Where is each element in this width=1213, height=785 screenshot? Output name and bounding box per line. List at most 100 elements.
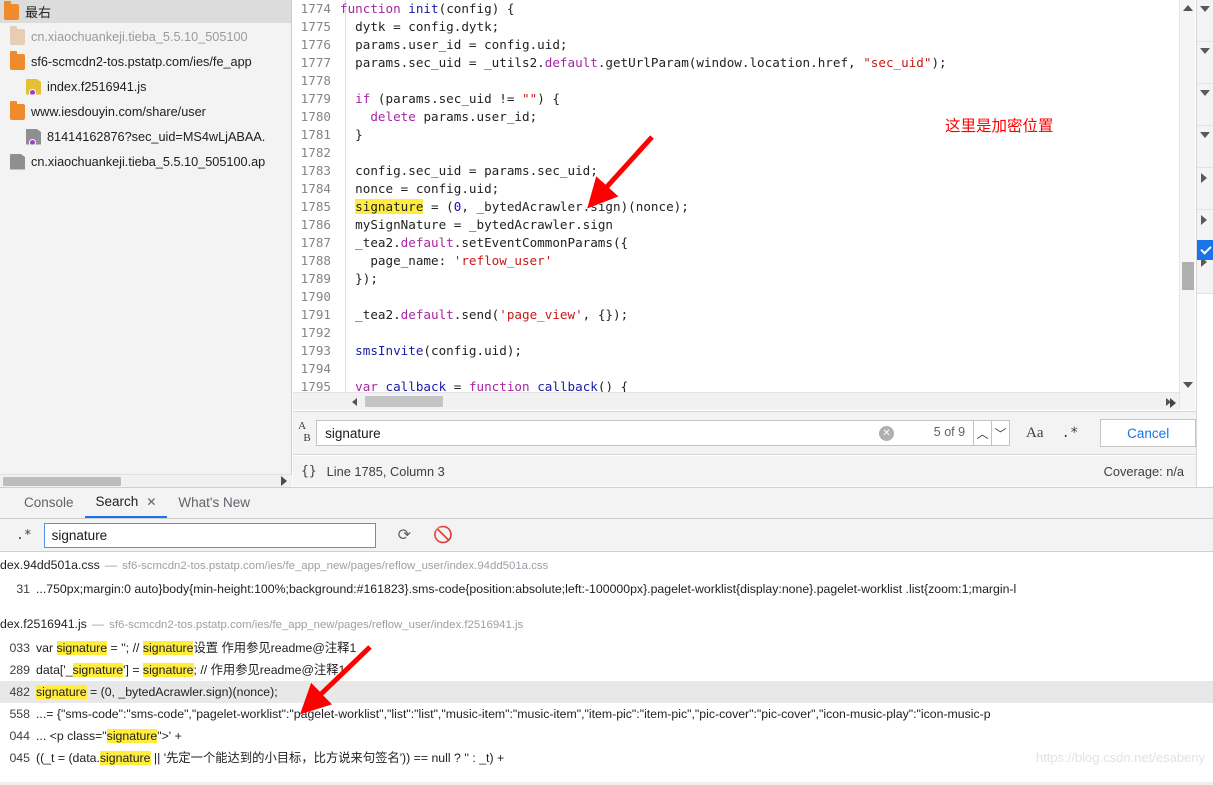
line-number[interactable]: 1785: [293, 198, 340, 216]
folder-pale-icon: [10, 25, 25, 45]
result-text-fragment: ...750px;margin:0 auto}body{min-height:1…: [36, 582, 1017, 596]
code-line: 1784 nonce = config.uid;: [293, 180, 1179, 198]
tab-console[interactable]: Console: [13, 487, 85, 518]
cancel-button[interactable]: Cancel: [1100, 419, 1197, 447]
scrollbar-thumb[interactable]: [3, 477, 121, 486]
refresh-icon[interactable]: ⟳: [398, 525, 411, 545]
chevron-down-icon[interactable]: [1200, 132, 1210, 138]
chevron-down-icon[interactable]: [1200, 48, 1210, 54]
navigator-item-label: sf6-scmcdn2-tos.pstatp.com/ies/fe_app: [31, 54, 252, 69]
code-token: .getUrlParam(: [597, 55, 697, 70]
regex-toggle-button[interactable]: .*: [16, 528, 32, 543]
search-result-file-header[interactable]: dex.f2516941.js — sf6-scmcdn2-tos.pstatp.c…: [0, 612, 1213, 637]
code-text: nonce = config.uid;: [340, 181, 499, 196]
result-line-text: ...= {"sms-code":"sms-code","pagelet-wor…: [36, 707, 991, 721]
clear-ban-icon[interactable]: 🚫: [433, 525, 453, 545]
navigator-horizontal-scrollbar[interactable]: [0, 474, 292, 487]
rail-section-5[interactable]: [1197, 168, 1213, 210]
line-number[interactable]: 1782: [293, 144, 340, 162]
breakpoint-marker-icon[interactable]: [1197, 240, 1213, 260]
search-result-row[interactable]: 31 ...750px;margin:0 auto}body{min-height…: [0, 578, 1213, 600]
navigator-item[interactable]: 81414162876?sec_uid=MS4wLjABAA.: [0, 124, 291, 149]
chevron-right-icon[interactable]: [1201, 215, 1207, 225]
line-number[interactable]: 1789: [293, 270, 340, 288]
regex-toggle-button[interactable]: .*: [1062, 425, 1079, 441]
line-number[interactable]: 1787: [293, 234, 340, 252]
line-number[interactable]: 1777: [293, 54, 340, 72]
line-number[interactable]: 1774: [293, 0, 340, 18]
line-number[interactable]: 1793: [293, 342, 340, 360]
folder-icon: [10, 50, 25, 70]
rail-section-4[interactable]: [1197, 126, 1213, 168]
tab-what-s-new[interactable]: What's New: [167, 487, 261, 518]
find-input-wrapper[interactable]: ✕ 5 of 9: [316, 420, 975, 446]
result-file-url: sf6-scmcdn2-tos.pstatp.com/ies/fe_app_ne…: [122, 560, 549, 572]
scroll-down-arrow-icon[interactable]: [1183, 382, 1193, 388]
find-input[interactable]: [323, 422, 894, 444]
close-icon[interactable]: ✕: [146, 495, 156, 509]
line-number[interactable]: 1788: [293, 252, 340, 270]
line-number[interactable]: 1779: [293, 90, 340, 108]
navigator-file-list: cn.xiaochuankeji.tieba_5.5.10_505100 sf6-…: [0, 23, 291, 174]
line-number[interactable]: 1783: [293, 162, 340, 180]
search-result-row[interactable]: 558 ...= {"sms-code":"sms-code","pagelet-…: [0, 703, 1213, 725]
result-text-fragment: = ''; //: [107, 641, 143, 655]
search-result-row[interactable]: 033 var signature = ''; // signature设置 作用…: [0, 637, 1213, 659]
chevron-right-icon[interactable]: [1201, 173, 1207, 183]
navigator-item[interactable]: cn.xiaochuankeji.tieba_5.5.10_505100: [0, 24, 291, 49]
scrollbar-thumb[interactable]: [1182, 262, 1194, 290]
navigator-item[interactable]: cn.xiaochuankeji.tieba_5.5.10_505100.ap: [0, 149, 291, 174]
code-line: 1785 signature = (0, _bytedAcrawler.sign…: [293, 198, 1179, 216]
line-number[interactable]: 1775: [293, 18, 340, 36]
line-number[interactable]: 1780: [293, 108, 340, 126]
search-results-list[interactable]: dex.94dd501a.css — sf6-scmcdn2-tos.pstatp.…: [0, 553, 1213, 785]
source-code-editor[interactable]: 1774 function init(config) {1775 dytk = c…: [293, 0, 1179, 410]
editor-horizontal-scrollbar[interactable]: [293, 392, 1179, 410]
tab-search[interactable]: Search ✕: [84, 487, 168, 518]
chevron-down-icon[interactable]: [1200, 6, 1210, 12]
search-input[interactable]: [49, 526, 368, 544]
line-number[interactable]: 1791: [293, 306, 340, 324]
pretty-print-braces-icon[interactable]: {}: [301, 464, 317, 479]
search-result-row[interactable]: 482 signature = (0, _bytedAcrawler.sign)(…: [0, 681, 1213, 703]
line-number[interactable]: 1781: [293, 126, 340, 144]
find-next-button[interactable]: ﹀: [992, 420, 1011, 446]
clear-circle-icon[interactable]: ✕: [879, 426, 895, 441]
line-number[interactable]: 1792: [293, 324, 340, 342]
code-token: , {});: [582, 307, 629, 322]
panel-expand-arrow-icon[interactable]: [1170, 398, 1176, 408]
find-previous-button[interactable]: ︿: [974, 420, 993, 446]
rail-section-3[interactable]: [1197, 84, 1213, 126]
rail-section-1[interactable]: [1197, 0, 1213, 42]
code-token: .sec_uid = _utils2.: [400, 55, 545, 70]
line-number[interactable]: 1790: [293, 288, 340, 306]
navigator-item[interactable]: index.f2516941.js: [0, 74, 291, 99]
scroll-left-arrow-icon[interactable]: [352, 398, 357, 406]
navigator-item[interactable]: www.iesdouyin.com/share/user: [0, 99, 291, 124]
line-number[interactable]: 1776: [293, 36, 340, 54]
search-result-row[interactable]: 045 ((_t = (data.signature || '先定一个能达到的小目…: [0, 747, 1213, 769]
expand-right-arrow-icon[interactable]: [281, 476, 287, 486]
search-input-wrapper[interactable]: [43, 522, 376, 548]
result-text-fragment: ; // 作用参见readme@注释1: [193, 663, 346, 677]
search-result-row[interactable]: 289 data['_signature'] = signature; // 作用…: [0, 659, 1213, 681]
line-number[interactable]: 1786: [293, 216, 340, 234]
line-number[interactable]: 1778: [293, 72, 340, 90]
rail-section-2[interactable]: [1197, 42, 1213, 84]
editor-vertical-scrollbar[interactable]: [1170, 0, 1195, 410]
code-line: 1779 if (params.sec_uid != "") {: [293, 90, 1179, 108]
code-line: 1789 });: [293, 270, 1179, 288]
result-line-text: var signature = ''; // signature设置 作用参见r…: [36, 641, 356, 655]
line-number[interactable]: 1794: [293, 360, 340, 378]
separator-dash: —: [104, 558, 118, 572]
search-highlight: signature: [36, 685, 87, 699]
scrollbar-thumb[interactable]: [365, 396, 443, 407]
chevron-down-icon[interactable]: [1200, 90, 1210, 96]
search-result-row[interactable]: 044 ... <p class="signature">' +: [0, 725, 1213, 747]
scroll-up-arrow-icon[interactable]: [1183, 5, 1193, 11]
match-case-button[interactable]: Aa: [1026, 425, 1044, 442]
navigator-item[interactable]: sf6-scmcdn2-tos.pstatp.com/ies/fe_app: [0, 49, 291, 74]
search-result-file-header[interactable]: dex.94dd501a.css — sf6-scmcdn2-tos.pstatp.…: [0, 553, 1213, 578]
line-number[interactable]: 1784: [293, 180, 340, 198]
